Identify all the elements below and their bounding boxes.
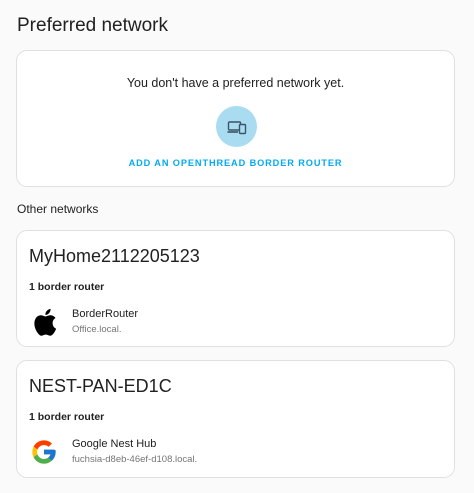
network-card: NEST-PAN-ED1C 1 border router Google Nes… xyxy=(16,360,455,478)
border-router-count: 1 border router xyxy=(29,411,105,423)
apple-logo-icon xyxy=(29,307,59,337)
other-networks-label: Other networks xyxy=(17,202,99,216)
thread-networks-page: Preferred network You don't have a prefe… xyxy=(0,0,474,493)
border-router-count: 1 border router xyxy=(29,281,105,293)
google-logo-icon xyxy=(29,437,59,467)
network-card: MyHome2112205123 1 border router BorderR… xyxy=(16,230,455,347)
router-add-icon[interactable] xyxy=(216,106,257,147)
network-name: NEST-PAN-ED1C xyxy=(29,376,172,396)
page-title: Preferred network xyxy=(17,15,169,36)
border-router-name: BorderRouter xyxy=(72,308,139,320)
add-border-router-button[interactable]: ADD AN OPENTHREAD BORDER ROUTER xyxy=(17,158,454,168)
preferred-network-card: You don't have a preferred network yet. … xyxy=(16,50,455,187)
border-router-host: Office.local. xyxy=(72,324,122,335)
network-name: MyHome2112205123 xyxy=(29,246,200,266)
border-router-item[interactable]: BorderRouter Office.local. xyxy=(29,305,429,339)
border-router-host: fuchsia-d8eb-46ef-d108.local. xyxy=(72,454,198,465)
border-router-item[interactable]: Google Nest Hub fuchsia-d8eb-46ef-d108.l… xyxy=(29,435,429,469)
empty-state-text: You don't have a preferred network yet. xyxy=(126,76,345,90)
devices-icon xyxy=(227,120,246,134)
border-router-name: Google Nest Hub xyxy=(72,438,157,450)
